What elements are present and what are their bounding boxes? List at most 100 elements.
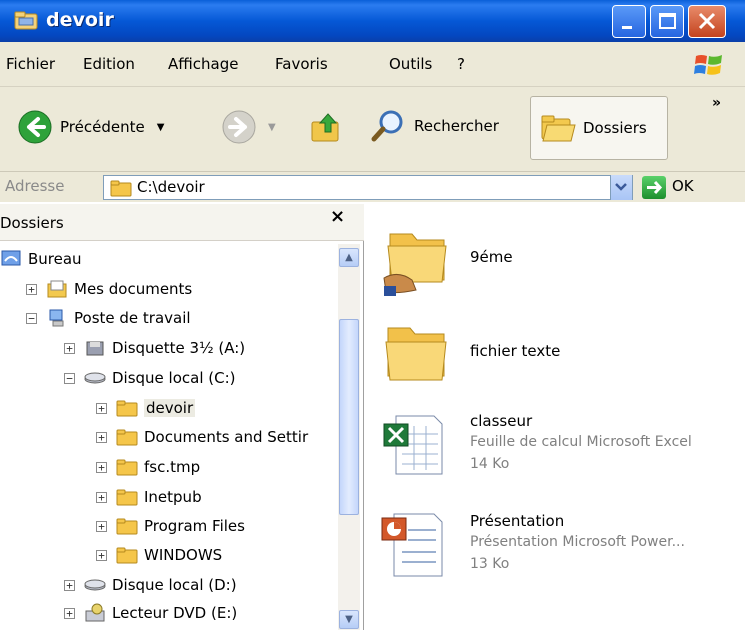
tree-item-documents-and-settings[interactable]: + Documents and Settir [96, 424, 308, 450]
folders-pane-title: Dossiers [0, 214, 64, 232]
address-value: C:\devoir [137, 178, 205, 196]
file-type: Présentation Microsoft Power... [470, 534, 685, 550]
menu-affichage[interactable]: Affichage [168, 55, 238, 73]
back-dropdown-icon[interactable]: ▼ [157, 122, 165, 133]
file-name: classeur [470, 412, 533, 430]
file-item-classeur[interactable]: classeur Feuille de calcul Microsoft Exc… [364, 404, 744, 494]
folder-icon [116, 547, 138, 564]
tree-item-poste-de-travail[interactable]: − Poste de travail [26, 305, 191, 331]
minimize-button[interactable] [612, 5, 646, 38]
expand-icon[interactable]: + [26, 283, 37, 295]
back-button[interactable]: Précédente ▼ [18, 110, 164, 144]
file-type: Feuille de calcul Microsoft Excel [470, 434, 692, 450]
search-button[interactable]: Rechercher [370, 108, 499, 144]
folders-label: Dossiers [583, 119, 647, 137]
address-label: Adresse [5, 177, 65, 195]
hard-drive-icon [84, 372, 106, 384]
tree-item-fsc-tmp[interactable]: + fsc.tmp [96, 454, 200, 480]
forward-arrow-icon [222, 110, 256, 144]
expand-icon[interactable]: + [96, 431, 107, 443]
windows-logo-icon [694, 55, 722, 75]
folders-button[interactable]: Dossiers [530, 96, 668, 160]
folder-icon [116, 489, 138, 506]
menu-fichier[interactable]: Fichier [6, 55, 55, 73]
go-button[interactable] [642, 176, 666, 199]
scroll-thumb[interactable] [339, 319, 359, 515]
tree-label: fsc.tmp [144, 458, 201, 476]
address-dropdown-button[interactable] [610, 175, 632, 200]
forward-dropdown-icon[interactable]: ▼ [268, 122, 276, 133]
expand-icon[interactable]: + [96, 549, 107, 561]
file-item-presentation[interactable]: Présentation Présentation Microsoft Powe… [364, 504, 744, 604]
file-name: fichier texte [470, 342, 561, 360]
tree-label: Mes documents [74, 280, 193, 298]
folder-icon [110, 180, 132, 197]
file-name: 9éme [470, 248, 513, 266]
menu-help[interactable]: ? [457, 55, 465, 73]
menu-edition[interactable]: Edition [83, 55, 135, 73]
expand-icon[interactable]: + [64, 579, 75, 591]
expand-icon[interactable]: + [64, 607, 75, 619]
back-arrow-icon [18, 110, 52, 144]
file-size: 13 Ko [470, 556, 510, 572]
close-pane-icon[interactable]: × [330, 206, 345, 227]
my-computer-icon [49, 309, 64, 327]
expand-icon[interactable]: + [96, 491, 107, 503]
tree-label: Disquette 3½ (A:) [112, 339, 246, 357]
tree-item-inetpub[interactable]: + Inetpub [96, 484, 202, 510]
close-icon [698, 12, 716, 30]
close-button[interactable] [688, 5, 726, 38]
search-label: Rechercher [414, 117, 499, 135]
scroll-down-icon[interactable]: ▼ [339, 610, 359, 629]
window-title: devoir [46, 9, 114, 31]
tree-label: Disque local (D:) [112, 576, 237, 594]
tree-item-mes-documents[interactable]: + Mes documents [26, 276, 192, 302]
expand-icon[interactable]: + [96, 461, 107, 473]
tree-item-dvd-e[interactable]: + Lecteur DVD (E:) [64, 600, 237, 626]
tree-item-disque-c[interactable]: − Disque local (C:) [64, 365, 236, 391]
tree-label: Documents and Settir [144, 428, 309, 446]
tree-item-disque-d[interactable]: + Disque local (D:) [64, 572, 237, 598]
floppy-drive-icon [86, 341, 104, 356]
folders-scrollbar[interactable]: ▲ ▼ [338, 244, 360, 630]
tree-label: Inetpub [144, 488, 202, 506]
up-folder-button[interactable] [308, 110, 344, 144]
desktop-icon [1, 250, 21, 266]
go-arrow-icon [647, 180, 663, 195]
expand-icon[interactable]: + [96, 520, 107, 532]
tree-label: WINDOWS [144, 546, 223, 564]
go-label[interactable]: OK [672, 177, 694, 195]
folder-icon [116, 429, 138, 446]
tree-item-program-files[interactable]: + Program Files [96, 513, 245, 539]
menu-favoris[interactable]: Favoris [275, 55, 328, 73]
menu-outils[interactable]: Outils [389, 55, 432, 73]
folders-pane-header: Dossiers × [0, 204, 364, 241]
address-bar: Adresse C:\devoir OK [0, 172, 745, 202]
expand-icon[interactable]: + [96, 402, 107, 414]
tree-label: Poste de travail [74, 309, 191, 327]
tree-item-bureau[interactable]: Bureau [0, 246, 82, 272]
forward-button[interactable]: ▼ [222, 110, 276, 144]
menu-bar: Fichier Edition Affichage Favoris Outils… [0, 42, 745, 87]
maximize-icon [659, 13, 676, 29]
scroll-up-icon[interactable]: ▲ [339, 248, 359, 267]
maximize-button[interactable] [650, 5, 684, 38]
tree-label: Disque local (C:) [112, 369, 236, 387]
minimize-icon [622, 26, 632, 29]
hard-drive-icon [84, 579, 106, 591]
folder-icon [116, 459, 138, 476]
collapse-icon[interactable]: − [26, 312, 37, 324]
tree-item-windows[interactable]: + WINDOWS [96, 542, 222, 568]
shared-folder-icon [383, 233, 447, 296]
dvd-drive-icon [85, 603, 105, 622]
tree-item-devoir[interactable]: + devoir [96, 395, 196, 421]
file-item-9eme[interactable]: 9éme [364, 214, 744, 304]
file-item-fichier-texte[interactable]: fichier texte [364, 304, 744, 394]
collapse-icon[interactable]: − [64, 372, 75, 384]
tree-item-disquette[interactable]: + Disquette 3½ (A:) [64, 335, 245, 361]
toolbar-more-icon[interactable]: » [712, 95, 721, 111]
expand-icon[interactable]: + [64, 342, 75, 354]
address-input[interactable]: C:\devoir [103, 175, 633, 200]
folders-icon [541, 115, 576, 142]
file-list-pane: 9éme fichier texte classeur Feuille de c… [364, 204, 745, 630]
